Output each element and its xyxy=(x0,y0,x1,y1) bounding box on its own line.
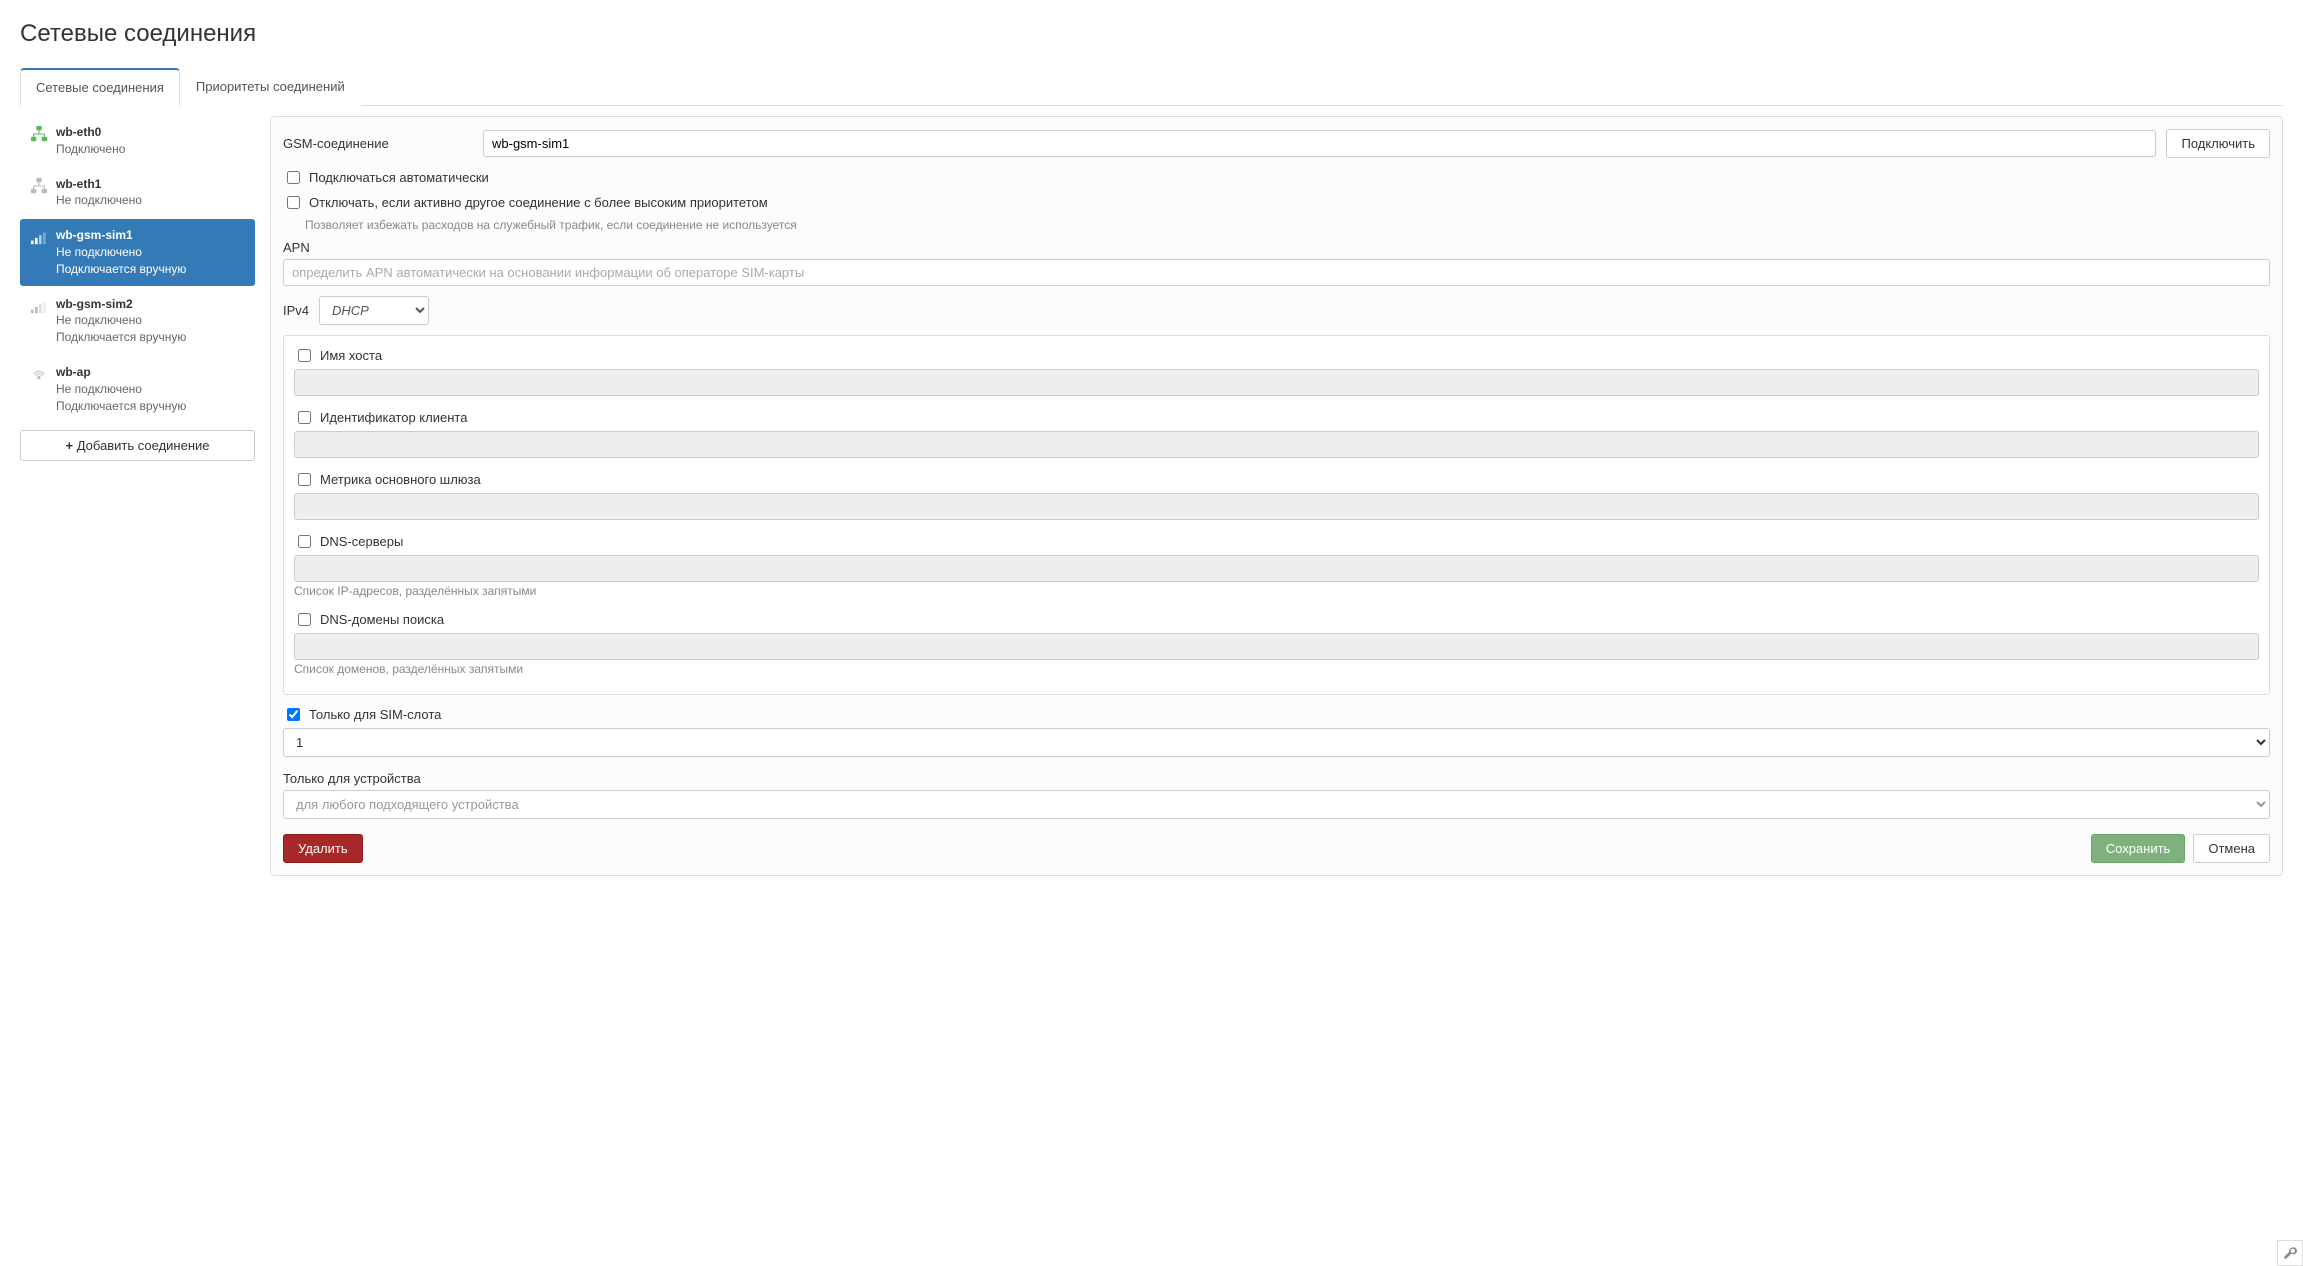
auto-connect-label: Подключаться автоматически xyxy=(309,170,489,185)
conn-name: wb-eth0 xyxy=(56,124,245,141)
dns-domains-input[interactable] xyxy=(294,633,2259,660)
conn-name: wb-gsm-sim2 xyxy=(56,296,245,313)
cellular-icon xyxy=(30,297,48,315)
conn-status: Не подключено xyxy=(56,381,245,398)
save-button[interactable]: Сохранить xyxy=(2091,834,2186,863)
client-id-input[interactable] xyxy=(294,431,2259,458)
wrench-icon[interactable] xyxy=(2277,1240,2303,1266)
sidebar-item-wb-gsm-sim2[interactable]: wb-gsm-sim2 Не подключено Подключается в… xyxy=(20,288,255,354)
dns-servers-input[interactable] xyxy=(294,555,2259,582)
conn-name: wb-ap xyxy=(56,364,245,381)
sim-slot-label: Только для SIM-слота xyxy=(309,707,441,722)
conn-extra: Подключается вручную xyxy=(56,398,245,415)
sidebar-item-wb-eth1[interactable]: wb-eth1 Не подключено xyxy=(20,168,255,218)
disable-higher-label: Отключать, если активно другое соединени… xyxy=(309,195,768,210)
conn-status: Не подключено xyxy=(56,244,245,261)
gateway-metric-checkbox[interactable] xyxy=(298,473,311,486)
page-title: Сетевые соединения xyxy=(20,20,2283,48)
sidebar: wb-eth0 Подключено wb-eth1 Не подключено xyxy=(20,116,255,876)
hostname-input[interactable] xyxy=(294,369,2259,396)
sim-slot-checkbox[interactable] xyxy=(287,708,300,721)
conn-status: Подключено xyxy=(56,141,245,158)
disable-higher-checkbox[interactable] xyxy=(287,196,300,209)
ipv4-select[interactable]: DHCP xyxy=(319,296,429,325)
ipv4-label: IPv4 xyxy=(283,303,309,318)
dns-servers-checkbox[interactable] xyxy=(298,535,311,548)
gateway-metric-label: Метрика основного шлюза xyxy=(320,472,481,487)
dns-domains-checkbox[interactable] xyxy=(298,613,311,626)
ethernet-icon xyxy=(30,177,48,195)
main-panel: GSM-соединение Подключить Подключаться а… xyxy=(270,116,2283,876)
add-connection-button[interactable]: Добавить соединение xyxy=(20,430,255,461)
apn-input[interactable] xyxy=(283,259,2270,286)
cancel-button[interactable]: Отмена xyxy=(2193,834,2270,863)
sidebar-item-wb-ap[interactable]: wb-ap Не подключено Подключается вручную xyxy=(20,356,255,422)
conn-name: wb-eth1 xyxy=(56,176,245,193)
device-only-select[interactable]: для любого подходящего устройства xyxy=(283,790,2270,819)
sidebar-item-wb-eth0[interactable]: wb-eth0 Подключено xyxy=(20,116,255,166)
tabs: Сетевые соединения Приоритеты соединений xyxy=(20,68,2283,106)
client-id-label: Идентификатор клиента xyxy=(320,410,467,425)
gsm-connection-label: GSM-соединение xyxy=(283,136,473,151)
connection-name-input[interactable] xyxy=(483,130,2156,157)
connect-button[interactable]: Подключить xyxy=(2166,129,2270,158)
sidebar-item-wb-gsm-sim1[interactable]: wb-gsm-sim1 Не подключено Подключается в… xyxy=(20,219,255,285)
dns-domains-help: Список доменов, разделённых запятыми xyxy=(294,662,2259,676)
sim-slot-select[interactable]: 1 xyxy=(283,728,2270,757)
tab-connections[interactable]: Сетевые соединения xyxy=(20,68,180,106)
gateway-metric-input[interactable] xyxy=(294,493,2259,520)
dns-servers-help: Список IP-адресов, разделённых запятыми xyxy=(294,584,2259,598)
hostname-checkbox[interactable] xyxy=(298,349,311,362)
client-id-checkbox[interactable] xyxy=(298,411,311,424)
dhcp-section: Имя хоста Идентификатор клиента Метрика … xyxy=(283,335,2270,695)
device-only-label: Только для устройства xyxy=(283,771,2270,786)
dns-domains-label: DNS-домены поиска xyxy=(320,612,444,627)
conn-name: wb-gsm-sim1 xyxy=(56,227,245,244)
cellular-icon xyxy=(30,228,48,246)
disable-higher-help: Позволяет избежать расходов на служебный… xyxy=(305,218,2270,232)
apn-label: APN xyxy=(283,240,2270,255)
conn-status: Не подключено xyxy=(56,192,245,209)
conn-extra: Подключается вручную xyxy=(56,261,245,278)
ethernet-icon xyxy=(30,125,48,143)
dns-servers-label: DNS-серверы xyxy=(320,534,403,549)
conn-status: Не подключено xyxy=(56,312,245,329)
conn-extra: Подключается вручную xyxy=(56,329,245,346)
auto-connect-checkbox[interactable] xyxy=(287,171,300,184)
wifi-icon xyxy=(30,365,48,383)
tab-priorities[interactable]: Приоритеты соединений xyxy=(180,68,361,106)
hostname-label: Имя хоста xyxy=(320,348,382,363)
delete-button[interactable]: Удалить xyxy=(283,834,363,863)
